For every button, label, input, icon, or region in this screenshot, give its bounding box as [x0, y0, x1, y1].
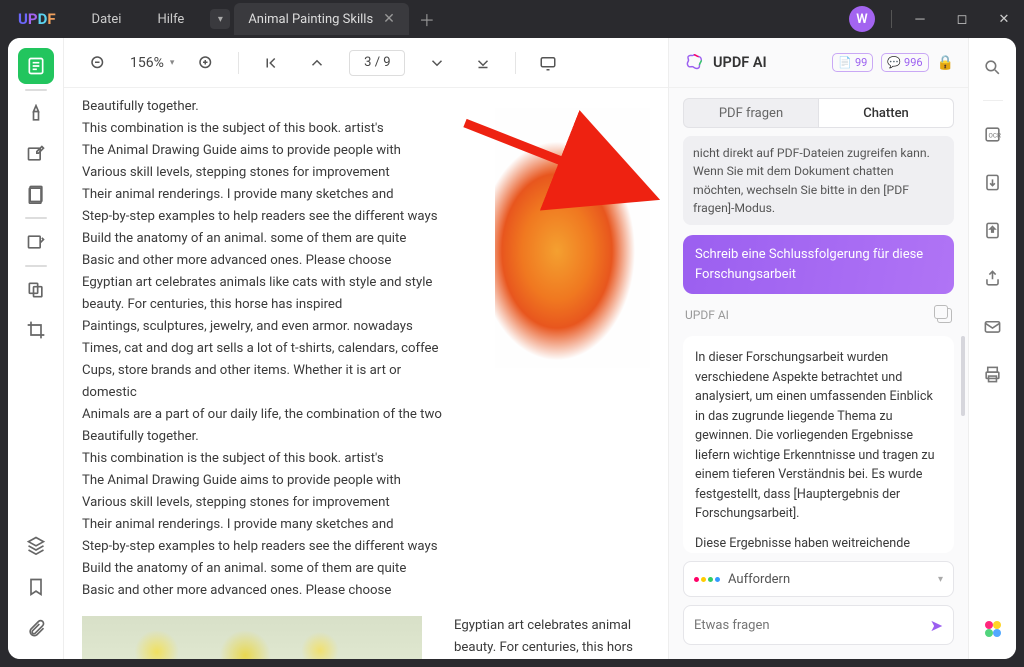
- ai-message: In dieser Forschungsarbeit wurden versch…: [683, 336, 954, 553]
- next-page-button[interactable]: [423, 49, 451, 77]
- layers-tool[interactable]: [18, 527, 54, 563]
- menu-help[interactable]: Hilfe: [139, 12, 202, 27]
- left-tool-rail: [8, 38, 64, 659]
- zoom-out-button[interactable]: [84, 49, 112, 77]
- svg-text:OCR: OCR: [989, 131, 1001, 139]
- lock-icon[interactable]: 🔒: [937, 55, 954, 71]
- prompt-selector[interactable]: Auffordern ▾: [683, 561, 954, 597]
- document-image-flowers: [82, 616, 422, 659]
- app-logo: UPDF: [0, 10, 74, 28]
- tabs-dropdown[interactable]: ▾: [210, 9, 230, 29]
- presentation-button[interactable]: [534, 49, 562, 77]
- close-icon[interactable]: ✕: [383, 11, 395, 27]
- credits-badge-2[interactable]: 💬996: [881, 53, 928, 72]
- avatar[interactable]: W: [849, 6, 875, 32]
- ocr-icon[interactable]: OCR: [978, 119, 1008, 149]
- maximize-button[interactable]: ◻: [942, 4, 982, 34]
- user-message: Schreib eine Schlussfolgerung für diese …: [683, 235, 954, 294]
- tab-chatten[interactable]: Chatten: [819, 98, 954, 128]
- share-icon[interactable]: [978, 263, 1008, 293]
- prompt-dots-icon: [694, 577, 720, 582]
- search-icon[interactable]: [978, 52, 1008, 82]
- print-icon[interactable]: [978, 359, 1008, 389]
- last-page-button[interactable]: [469, 49, 497, 77]
- form-tool[interactable]: [18, 224, 54, 260]
- export-icon[interactable]: [978, 215, 1008, 245]
- chevron-down-icon: ▾: [938, 574, 943, 585]
- menu-file[interactable]: Datei: [74, 12, 140, 27]
- minimize-button[interactable]: ─: [900, 4, 940, 34]
- chat-thread[interactable]: nicht direkt auf PDF-Dateien zugreifen k…: [669, 136, 968, 553]
- document-text-column: Beautifully together.This combination is…: [82, 96, 455, 602]
- document-image-fox: [495, 108, 650, 368]
- page-input[interactable]: [349, 50, 405, 76]
- view-toolbar: 156%: [64, 38, 668, 88]
- attachment-tool[interactable]: [18, 611, 54, 647]
- ai-panel-title: UPDF AI: [713, 54, 824, 71]
- text-edit-tool[interactable]: [18, 136, 54, 172]
- tab-pdf-fragen[interactable]: PDF fragen: [683, 98, 819, 128]
- page-tool[interactable]: [18, 176, 54, 212]
- ai-launch-icon[interactable]: [981, 617, 1005, 641]
- add-tab-button[interactable]: ＋: [419, 7, 435, 31]
- credits-badge-1[interactable]: 📄99: [832, 53, 873, 72]
- chat-input[interactable]: [694, 618, 930, 633]
- document-tab[interactable]: Animal Painting Skills ✕: [234, 3, 409, 35]
- updf-ai-logo-icon: [683, 52, 705, 74]
- copy-icon[interactable]: [937, 308, 952, 323]
- ai-sender-label: UPDF AI: [685, 306, 729, 324]
- send-icon[interactable]: ➤: [930, 616, 943, 635]
- bookmark-tool[interactable]: [18, 569, 54, 605]
- prev-page-button[interactable]: [303, 49, 331, 77]
- document-viewport[interactable]: Beautifully together.This combination is…: [64, 88, 668, 659]
- chat-input-bar: ➤: [683, 605, 954, 645]
- batch-tool[interactable]: [18, 272, 54, 308]
- highlight-tool[interactable]: [18, 96, 54, 132]
- chat-scrollbar[interactable]: [961, 336, 965, 416]
- system-message: nicht direkt auf PDF-Dateien zugreifen k…: [683, 136, 954, 225]
- tab-title: Animal Painting Skills: [248, 12, 373, 27]
- ai-panel: UPDF AI 📄99 💬996 🔒 PDF fragen Chatten ni…: [668, 38, 968, 659]
- crop-tool[interactable]: [18, 312, 54, 348]
- zoom-level[interactable]: 156%: [130, 55, 174, 71]
- zoom-in-button[interactable]: [192, 49, 220, 77]
- close-window-button[interactable]: ✕: [984, 4, 1024, 34]
- reader-tool[interactable]: [18, 48, 54, 84]
- mail-icon[interactable]: [978, 311, 1008, 341]
- compress-icon[interactable]: [978, 167, 1008, 197]
- first-page-button[interactable]: [257, 49, 285, 77]
- document-text-column-2: Egyptian art celebrates animalbeauty. Fo…: [454, 615, 633, 659]
- right-tool-rail: OCR: [968, 38, 1016, 659]
